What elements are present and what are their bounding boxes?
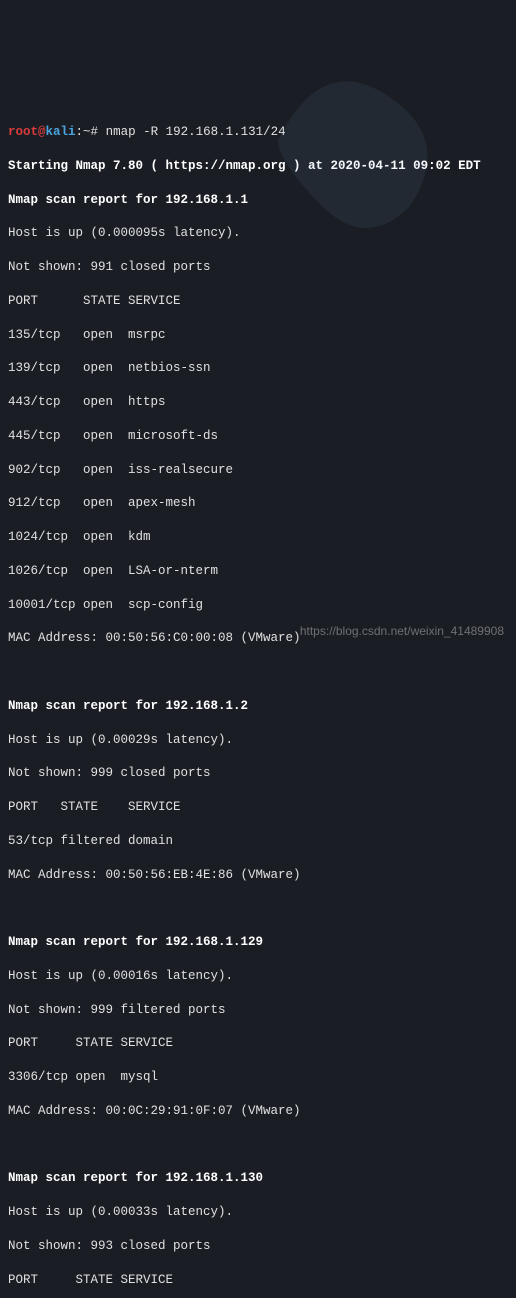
prompt-host: kali [46, 125, 76, 139]
nmap-start: Starting Nmap 7.80 ( https://nmap.org ) … [8, 158, 508, 175]
port-row: 3306/tcp open mysql [8, 1069, 508, 1086]
host-up-3: Host is up (0.00033s latency). [8, 1204, 508, 1221]
scan-report-0: Nmap scan report for 192.168.1.1 [8, 192, 508, 209]
port-row: 53/tcp filtered domain [8, 833, 508, 850]
command-input[interactable]: nmap -R 192.168.1.131/24 [106, 125, 286, 139]
port-row: 445/tcp open microsoft-ds [8, 428, 508, 445]
port-header-3: PORT STATE SERVICE [8, 1272, 508, 1289]
scan-report-1: Nmap scan report for 192.168.1.2 [8, 698, 508, 715]
port-row: 443/tcp open https [8, 394, 508, 411]
host-up-1: Host is up (0.00029s latency). [8, 732, 508, 749]
port-header-2: PORT STATE SERVICE [8, 1035, 508, 1052]
blank [8, 900, 508, 917]
blank [8, 664, 508, 681]
mac-address-1: MAC Address: 00:50:56:EB:4E:86 (VMware) [8, 867, 508, 884]
scan-report-3: Nmap scan report for 192.168.1.130 [8, 1170, 508, 1187]
not-shown-2: Not shown: 999 filtered ports [8, 1002, 508, 1019]
port-row: 10001/tcp open scp-config [8, 597, 508, 614]
scan-report-2: Nmap scan report for 192.168.1.129 [8, 934, 508, 951]
prompt-path: :~# [76, 125, 99, 139]
not-shown-0: Not shown: 991 closed ports [8, 259, 508, 276]
port-row: 912/tcp open apex-mesh [8, 495, 508, 512]
port-header-1: PORT STATE SERVICE [8, 799, 508, 816]
host-up-0: Host is up (0.000095s latency). [8, 225, 508, 242]
watermark: https://blog.csdn.net/weixin_41489908 [300, 623, 504, 639]
port-row: 1024/tcp open kdm [8, 529, 508, 546]
prompt-line[interactable]: root@kali:~# nmap -R 192.168.1.131/24 [8, 124, 508, 141]
host-up-2: Host is up (0.00016s latency). [8, 968, 508, 985]
blank [8, 1137, 508, 1154]
prompt-at: @ [38, 125, 46, 139]
port-row: 135/tcp open msrpc [8, 327, 508, 344]
port-row: 1026/tcp open LSA-or-nterm [8, 563, 508, 580]
port-header-0: PORT STATE SERVICE [8, 293, 508, 310]
port-row: 139/tcp open netbios-ssn [8, 360, 508, 377]
not-shown-3: Not shown: 993 closed ports [8, 1238, 508, 1255]
not-shown-1: Not shown: 999 closed ports [8, 765, 508, 782]
prompt-user: root [8, 125, 38, 139]
terminal-output: root@kali:~# nmap -R 192.168.1.131/24 St… [8, 107, 508, 1298]
port-row: 902/tcp open iss-realsecure [8, 462, 508, 479]
mac-address-2: MAC Address: 00:0C:29:91:0F:07 (VMware) [8, 1103, 508, 1120]
